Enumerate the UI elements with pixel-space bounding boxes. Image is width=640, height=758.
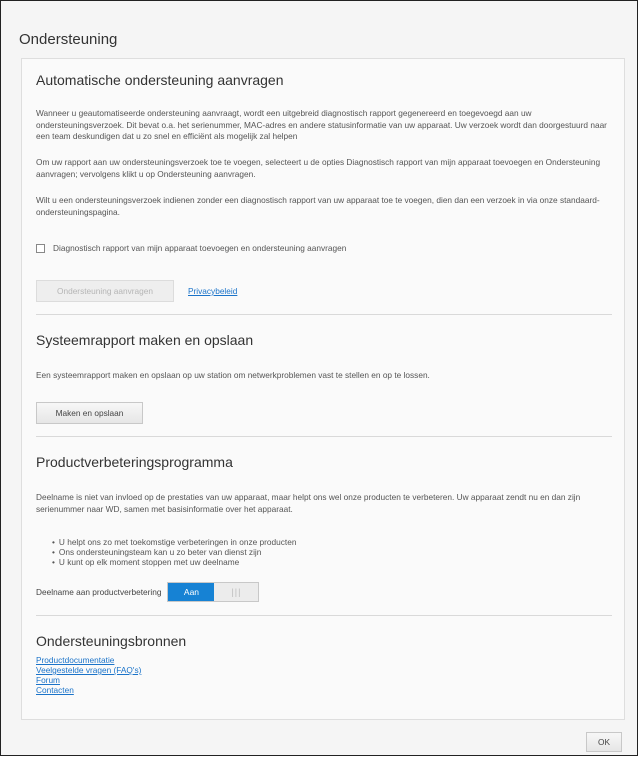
improvement-toggle-label: Deelname aan productverbetering [36, 587, 162, 597]
request-support-button[interactable]: Ondersteuning aanvragen [36, 280, 174, 302]
improvement-title: Productverbeteringsprogramma [36, 454, 233, 470]
list-item: U helpt ons zo met toekomstige verbeteri… [52, 537, 297, 547]
auto-support-instructions: Om uw rapport aan uw ondersteuningsverzo… [36, 157, 601, 179]
dialog-title: Ondersteuning [19, 31, 118, 48]
support-dialog: Ondersteuning Automatische ondersteuning… [0, 0, 638, 756]
resources-links: Productdocumentatie Veelgestelde vragen … [36, 655, 141, 695]
ok-button[interactable]: OK [586, 732, 622, 752]
auto-support-title: Automatische ondersteuning aanvragen [36, 72, 284, 88]
support-panel: Automatische ondersteuning aanvragen Wan… [21, 58, 625, 720]
contacts-link[interactable]: Contacten [36, 685, 141, 695]
improvement-toggle[interactable]: Aan ||| [167, 582, 260, 602]
list-item: U kunt op elk moment stoppen met uw deel… [52, 557, 296, 567]
toggle-off-grip-icon[interactable]: ||| [214, 583, 259, 601]
section-divider [36, 615, 612, 616]
section-divider [36, 436, 612, 437]
list-item: Ons ondersteuningsteam kan u zo beter va… [52, 547, 296, 557]
section-divider [36, 314, 612, 315]
toggle-on-segment[interactable]: Aan [168, 583, 215, 601]
auto-support-alternative: Wilt u een ondersteuningsverzoek indiene… [36, 195, 600, 217]
resources-title: Ondersteuningsbronnen [36, 633, 187, 649]
create-save-button[interactable]: Maken en opslaan [36, 402, 143, 424]
system-report-description: Een systeemrapport maken en opslaan op u… [36, 370, 430, 380]
diagnostic-report-option: Diagnostisch rapport van mijn apparaat t… [36, 242, 346, 254]
product-documentation-link[interactable]: Productdocumentatie [36, 655, 141, 665]
system-report-title: Systeemrapport maken en opslaan [36, 332, 254, 348]
privacy-policy-link[interactable]: Privacybeleid [188, 286, 237, 296]
diagnostic-report-checkbox[interactable] [36, 243, 45, 253]
improvement-toggle-row: Deelname aan productverbetering Aan ||| [36, 582, 260, 602]
improvement-benefits-list: U helpt ons zo met toekomstige verbeteri… [52, 537, 297, 567]
faq-link[interactable]: Veelgestelde vragen (FAQ's) [36, 665, 141, 675]
forum-link[interactable]: Forum [36, 675, 141, 685]
improvement-description: Deelname is niet van invloed op de prest… [36, 492, 581, 514]
diagnostic-report-label: Diagnostisch rapport van mijn apparaat t… [53, 243, 347, 253]
auto-support-intro: Wanneer u geautomatiseerde ondersteuning… [36, 108, 607, 141]
